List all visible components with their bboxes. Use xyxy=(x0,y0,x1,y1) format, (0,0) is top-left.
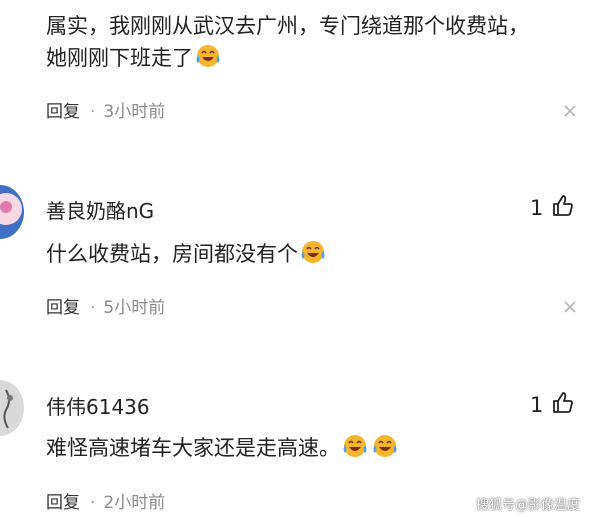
separator-dot: · xyxy=(90,298,96,318)
reply-button[interactable]: 回复 xyxy=(46,493,80,513)
comment-body-line2: 她刚刚下班走了 xyxy=(46,42,223,78)
like-count: 1 xyxy=(530,393,544,417)
comment-body: 难怪高速堵车大家还是走高速。 xyxy=(46,432,400,468)
close-icon[interactable] xyxy=(563,299,577,318)
comment-body-text: 什么收费站，房间都没有个 xyxy=(46,242,298,266)
avatar[interactable] xyxy=(0,380,24,436)
comment-body: 什么收费站，房间都没有个 xyxy=(46,238,328,274)
separator-dot: · xyxy=(90,493,96,513)
like-count: 1 xyxy=(530,196,544,220)
thumbs-up-icon[interactable] xyxy=(551,194,575,222)
comment-time: 3小时前 xyxy=(103,102,166,122)
like-group[interactable]: 1 xyxy=(530,194,575,222)
like-group[interactable]: 1 xyxy=(530,391,575,419)
separator-dot: · xyxy=(90,102,96,122)
comment-body-text: 她刚刚下班走了 xyxy=(46,46,193,70)
username[interactable]: 善良奶酪nG xyxy=(46,195,154,224)
comment-time: 2小时前 xyxy=(103,493,166,513)
laughing-crying-emoji-icon xyxy=(342,433,370,468)
laughing-crying-emoji-icon xyxy=(300,239,328,274)
reply-button[interactable]: 回复 xyxy=(46,298,80,318)
close-icon[interactable] xyxy=(563,103,577,122)
comment-meta-row: 回复 · 5小时前 xyxy=(46,293,165,318)
thumbs-up-icon[interactable] xyxy=(551,391,575,419)
comment-body-text: 难怪高速堵车大家还是走高速。 xyxy=(46,436,340,460)
watermark: 搜狐号@影像温度 xyxy=(476,498,581,513)
laughing-crying-emoji-icon xyxy=(372,433,400,468)
laughing-crying-emoji-icon xyxy=(195,43,223,78)
comment-meta-row: 回复 · 3小时前 xyxy=(46,97,165,122)
comment-body-line1: 属实，我刚刚从武汉去广州，专门绕道那个收费站， xyxy=(46,14,529,38)
comment-meta-row: 回复 · 2小时前 xyxy=(46,488,165,513)
comment-time: 5小时前 xyxy=(103,298,166,318)
avatar[interactable] xyxy=(0,185,24,239)
username[interactable]: 伟伟61436 xyxy=(46,391,150,420)
reply-button[interactable]: 回复 xyxy=(46,102,80,122)
